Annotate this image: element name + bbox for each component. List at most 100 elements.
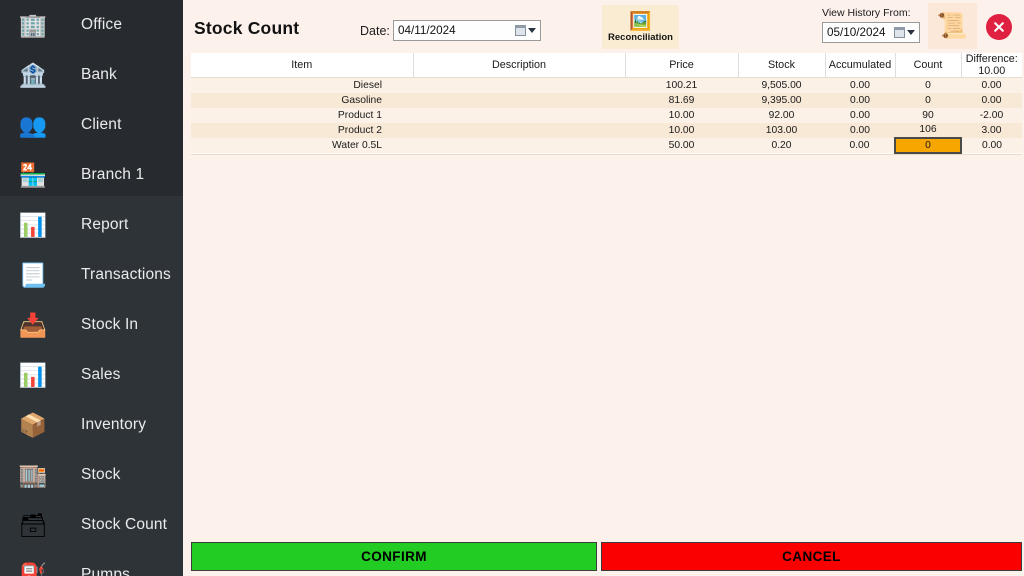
cell-difference: 0.00 [961,137,1022,153]
main-content: Stock Count Date: 04/11/2024 🖼️ Reconcil… [183,0,1024,576]
fuel-pump-icon: ⛽ [18,561,48,576]
report-chart-icon: 📊 [18,211,48,238]
close-button[interactable] [986,14,1012,40]
sidebar-item-label: Client [81,116,122,133]
footer-actions: CONFIRM CANCEL [191,542,1022,571]
column-header-label: Stock [767,59,795,71]
column-header-label: Description [491,59,546,71]
table-header: Item Description Price Stock Accumulated Coun… [191,53,1022,78]
difference-total-value: 10.00 [978,65,1006,77]
table-body: Diesel 100.21 9,505.00 0.00 0 0.00 Gasoline 81.… [191,77,1022,154]
cancel-button[interactable]: CANCEL [601,542,1022,571]
cell-item: Gasoline [191,92,413,108]
reconciliation-button[interactable]: 🖼️ Reconciliation [602,5,679,49]
history-document-icon: 📜 [936,11,969,40]
table-row[interactable]: Product 1 10.00 92.00 0.00 90 -2.00 [191,107,1022,123]
sidebar-item-stock-in[interactable]: 📥 Stock In [0,300,183,350]
sidebar-item-label: Report [81,216,129,233]
table-row[interactable]: Gasoline 81.69 9,395.00 0.00 0 0.00 [191,92,1022,108]
cell-accumulated: 0.00 [825,92,895,108]
cell-count[interactable]: 106 [895,122,961,138]
sidebar-item-bank[interactable]: 🏦 Bank [0,50,183,100]
column-header-label: Accumulated [828,59,892,71]
cell-count[interactable]: 0 [894,136,962,154]
cell-accumulated: 0.00 [825,137,895,153]
page-header: Stock Count Date: 04/11/2024 🖼️ Reconcil… [183,0,1024,52]
calendar-icon [515,25,526,36]
inbox-box-icon: 📥 [18,311,48,338]
cell-stock: 103.00 [738,122,825,138]
chevron-down-icon [907,30,915,35]
cell-description [413,107,625,123]
sidebar-item-transactions[interactable]: 📃 Transactions [0,250,183,300]
cell-description [413,137,625,153]
office-building-icon: 🏢 [18,11,48,38]
cell-price: 100.21 [625,77,738,93]
table-row[interactable]: Diesel 100.21 9,505.00 0.00 0 0.00 [191,77,1022,93]
cell-stock: 92.00 [738,107,825,123]
cell-stock: 9,395.00 [738,92,825,108]
sidebar-item-label: Pumps [81,566,130,576]
stock-count-grid: Item Description Price Stock Accumulated Coun… [191,53,1022,154]
date-dropdown-button[interactable] [510,23,538,38]
history-date-input[interactable]: 05/10/2024 [822,22,920,43]
chevron-down-icon [528,28,536,33]
column-header-accumulated[interactable]: Accumulated [825,53,896,78]
cell-item: Product 1 [191,107,413,123]
column-header-description[interactable]: Description [413,53,626,78]
column-header-item[interactable]: Item [191,53,414,78]
cell-count[interactable]: 0 [895,92,961,108]
application-window: 🏢 Office 🏦 Bank 👥 Client 🏪 Branch 1 📊 Report 📃 Tran… [0,0,1024,576]
history-button[interactable]: 📜 [928,3,977,49]
cell-accumulated: 0.00 [825,122,895,138]
column-header-stock[interactable]: Stock [738,53,826,78]
column-header-count[interactable]: Count [895,53,962,78]
sidebar-item-label: Stock [81,466,121,483]
sidebar-item-label: Bank [81,66,117,83]
stock-count-table[interactable]: Item Description Price Stock Accumulated Coun… [191,53,1022,155]
date-input[interactable]: 04/11/2024 [393,20,541,41]
sidebar-item-report[interactable]: 📊 Report [0,200,183,250]
cell-count[interactable]: 90 [895,107,961,123]
cell-accumulated: 0.00 [825,77,895,93]
sidebar-item-office[interactable]: 🏢 Office [0,0,183,50]
reconciliation-button-label: Reconciliation [608,32,673,43]
sidebar-item-pumps[interactable]: ⛽ Pumps [0,550,183,576]
date-label: Date: [360,24,390,38]
column-header-label: Difference: [965,53,1018,65]
sidebar-item-stock-count[interactable]: 🗃 Stock Count [0,500,183,550]
storefront-icon: 🏪 [18,161,48,188]
sidebar-item-list: 🏢 Office 🏦 Bank 👥 Client 🏪 Branch 1 📊 Report 📃 Tran… [0,0,183,576]
cell-count[interactable]: 0 [895,77,961,93]
cell-item: Product 2 [191,122,413,138]
sidebar-item-label: Stock In [81,316,139,333]
sidebar-item-sales[interactable]: 📊 Sales [0,350,183,400]
sidebar-item-branch-1[interactable]: 🏪 Branch 1 [0,150,183,200]
column-header-label: Price [669,59,694,71]
column-header-difference[interactable]: Difference: 10.00 [961,53,1022,78]
sales-bar-chart-icon: 📊 [18,361,48,388]
sidebar-item-label: Office [81,16,123,33]
confirm-button[interactable]: CONFIRM [191,542,597,571]
cell-description [413,77,625,93]
sidebar-item-inventory[interactable]: 📦 Inventory [0,400,183,450]
table-row[interactable]: Water 0.5L 50.00 0.20 0.00 0 0.00 [191,136,1022,154]
history-date-dropdown-button[interactable] [889,25,917,40]
sidebar-item-client[interactable]: 👥 Client [0,100,183,150]
view-history-label: View History From: [822,7,911,19]
table-row[interactable]: Product 2 10.00 103.00 0.00 106 3.00 [191,122,1022,138]
sidebar-item-label: Inventory [81,416,147,433]
sidebar-item-stock[interactable]: 🏬 Stock [0,450,183,500]
clients-group-icon: 👥 [18,111,48,138]
cell-difference: 3.00 [961,122,1022,138]
history-date-value: 05/10/2024 [827,26,886,39]
bank-icon: 🏦 [18,61,48,88]
page-title: Stock Count [194,18,300,38]
close-icon [994,22,1004,32]
cell-stock: 0.20 [738,137,825,153]
sidebar-item-label: Sales [81,366,121,383]
cell-item: Diesel [191,77,413,93]
column-header-price[interactable]: Price [625,53,739,78]
cell-price: 10.00 [625,107,738,123]
cell-accumulated: 0.00 [825,107,895,123]
